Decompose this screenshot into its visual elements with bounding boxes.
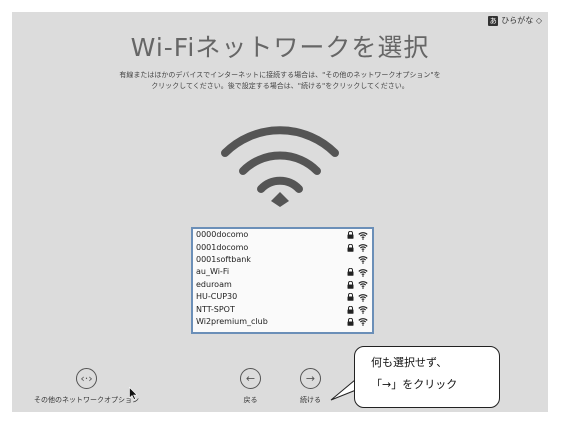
network-row[interactable]: Wi2premium_club [193,316,372,328]
ime-badge: あ [488,15,499,26]
wifi-signal-icon [358,280,368,290]
network-row[interactable]: eduroam [193,279,372,291]
other-network-options-button[interactable]: ‹·› その他のネットワークオプション [34,368,139,405]
wifi-large-icon [221,126,339,207]
page-title: Wi-Fiネットワークを選択 [130,33,430,62]
network-name: 0000docomo [196,230,249,240]
wifi-signal-icon [358,293,368,302]
wifi-signal-icon [358,243,368,252]
network-status-icons [347,268,368,277]
wifi-signal-icon [358,268,368,277]
lock-icon [347,305,354,314]
back-arrow-icon: ← [240,368,261,389]
network-name: Wi2premium_club [196,316,268,326]
continue-label: 続ける [300,396,321,404]
network-row[interactable]: 0001softbank [193,254,372,266]
network-row[interactable]: 0001docomo [193,241,372,253]
network-status-icons [347,317,368,327]
ime-label: ひらがな ◇ [501,16,542,25]
wifi-signal-icon [358,317,368,327]
network-row[interactable]: au_Wi-Fi [193,266,372,278]
forward-arrow-icon: → [300,368,321,389]
continue-button[interactable]: → 続ける [300,368,321,405]
network-name: au_Wi-Fi [196,267,230,277]
description-line-2: クリックしてください。後で設定する場合は、"続ける"をクリックしてください。 [151,82,409,90]
setup-screen: あ ひらがな ◇ Wi-Fiネットワークを選択 有線またはほかのデバイスでインタ… [12,12,548,412]
network-status-icons [347,230,368,240]
page-description: 有線またはほかのデバイスでインターネットに接続する場合は、"その他のネットワーク… [52,70,508,92]
wifi-signal-icon [358,305,368,314]
lock-icon [347,230,354,239]
lock-icon [347,280,354,289]
annotation-callout: 何も選択せず、 「→」をクリック [354,346,500,408]
network-name: eduroam [196,279,232,289]
callout-line-1: 何も選択せず、 [371,356,448,369]
network-status-icons [358,255,368,265]
network-name: 0001softbank [196,254,251,264]
back-label: 戻る [243,396,258,404]
wifi-signal-icon [358,255,368,265]
lock-icon [347,292,354,301]
network-row[interactable]: HU-CUP30 [193,291,372,303]
network-status-icons [347,243,368,252]
network-name: HU-CUP30 [196,292,238,302]
wifi-signal-icon [358,231,368,240]
network-status-icons [347,280,368,290]
network-status-icons [347,292,368,302]
network-options-icon: ‹·› [76,368,97,389]
lock-icon [347,268,354,277]
lock-icon [347,317,354,326]
network-name: 0001docomo [196,242,249,252]
network-name: NTT-SPOT [196,304,235,314]
network-row[interactable]: NTT-SPOT [193,303,372,315]
description-line-1: 有線またはほかのデバイスでインターネットに接続する場合は、"その他のネットワーク… [119,71,441,79]
network-list[interactable]: 0000docomo 0001docomo 0001softbank au_Wi-Fi… [191,227,374,334]
back-button[interactable]: ← 戻る [240,368,261,405]
callout-line-2: 「→」をクリック [371,378,458,391]
mouse-pointer-icon [129,387,138,400]
input-method-indicator[interactable]: あ ひらがな ◇ [488,15,542,26]
lock-icon [347,243,354,252]
other-network-options-label: その他のネットワークオプション [34,396,139,404]
network-row[interactable]: 0000docomo [193,229,372,241]
network-status-icons [347,305,368,314]
